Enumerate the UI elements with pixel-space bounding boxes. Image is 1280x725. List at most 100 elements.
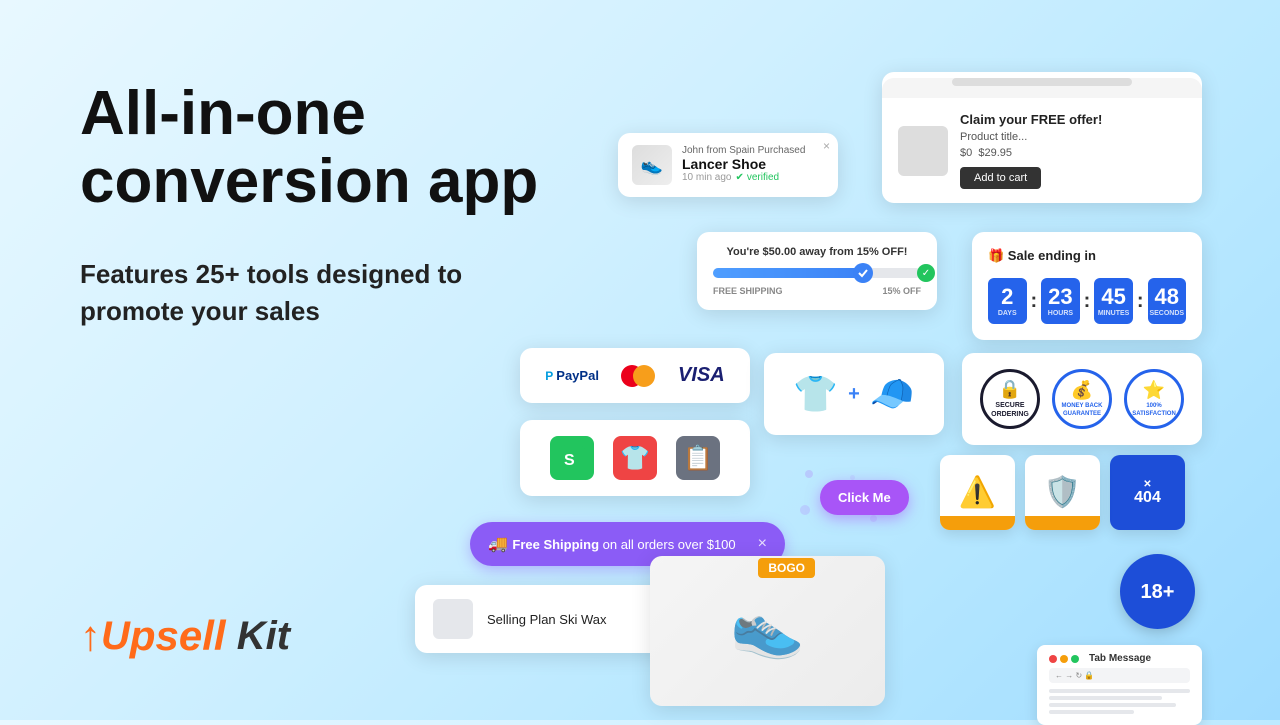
upsell-product-title: Product title...: [960, 131, 1186, 143]
trust-badge-money-icon: 💰: [1071, 380, 1093, 401]
progress-bar-background: ✓: [713, 268, 921, 278]
mini-icon-404: ✕ 404: [1110, 455, 1185, 530]
trust-badge-money-back: 💰 MONEY BACK GUARANTEE: [1052, 369, 1112, 429]
bundle-plus-icon: +: [848, 383, 860, 406]
hero-title-line1: All-in-one: [80, 79, 366, 148]
countdown-days-label: DAYS: [998, 310, 1017, 317]
integration-icon-green: S: [550, 436, 594, 480]
upsell-product-image: [898, 126, 948, 176]
trust-badge-secure-icon: 🔒: [999, 379, 1021, 400]
logo-u: U: [101, 614, 130, 659]
trust-badge-sat-label: 100% SATISFACTION: [1127, 403, 1181, 417]
tab-title: Tab Message: [1089, 653, 1151, 664]
countdown-minutes-value: 45: [1101, 286, 1125, 308]
progress-check-icon: ✓: [917, 264, 935, 282]
tab-close-dot: [1049, 655, 1057, 663]
countdown-days-block: 2 DAYS: [988, 278, 1027, 324]
hero-title-line2: conversion app: [80, 147, 538, 216]
trust-badge-secure-label: SECURE ORDERING: [983, 402, 1037, 419]
bogo-product-image: 👟: [730, 591, 805, 662]
hero-subtitle: Features 25+ tools designed to promote y…: [80, 256, 560, 329]
countdown-separator-1: :: [1031, 290, 1038, 313]
free-shipping-text: 🚚 Free Shipping on all orders over $100: [488, 534, 736, 554]
logo-rest: psell: [130, 612, 226, 660]
notification-image: 👟: [632, 145, 672, 185]
notification-content: John from Spain Purchased Lancer Shoe 10…: [682, 145, 824, 183]
progress-labels: FREE SHIPPING 15% OFF: [713, 286, 921, 296]
upsell-add-to-cart-button[interactable]: Add to cart: [960, 167, 1041, 189]
upsell-info: Claim your FREE offer! Product title... …: [960, 112, 1186, 189]
payment-icons-card: P PayPal VISA: [520, 348, 750, 403]
visa-icon: VISA: [678, 364, 725, 387]
countdown-seconds-value: 48: [1155, 286, 1179, 308]
countdown-seconds-block: 48 SECONDS: [1148, 278, 1187, 324]
countdown-minutes-label: MINUTES: [1098, 310, 1130, 317]
selling-plan-name: Selling Plan Ski Wax: [487, 612, 653, 627]
bundle-card: 👕 + 🧢: [764, 353, 944, 435]
hero-subtitle-line2: promote your sales: [80, 296, 320, 326]
upsell-claim: Claim your FREE offer!: [960, 112, 1186, 127]
integration-icon-gray: 📋: [676, 436, 720, 480]
integration-icon-red: 👕: [613, 436, 657, 480]
upsell-header: [882, 78, 1202, 98]
notification-close-button[interactable]: ×: [823, 139, 830, 153]
hero-title: All-in-one conversion app: [80, 80, 560, 216]
tab-url-bar: ← → ↻ 🔒: [1049, 668, 1190, 683]
tab-minimize-dot: [1060, 655, 1068, 663]
trust-badges-card: 🔒 SECURE ORDERING 💰 MONEY BACK GUARANTEE…: [962, 353, 1202, 445]
notification-time: 10 min ago ✔ verified: [682, 172, 824, 183]
countdown-minutes-block: 45 MINUTES: [1094, 278, 1133, 324]
logo-kit: Kit: [226, 614, 290, 659]
countdown-hours-value: 23: [1048, 286, 1072, 308]
progress-bar-thumb: [853, 263, 873, 283]
notification-verified: ✔ verified: [735, 172, 779, 183]
click-me-button[interactable]: Click Me: [820, 480, 909, 515]
mini-icon-warning: ⚠️: [940, 455, 1015, 530]
logo: ↑ U psell Kit: [80, 612, 290, 660]
trust-badge-money-label: MONEY BACK GUARANTEE: [1055, 403, 1109, 417]
countdown-days-value: 2: [1001, 286, 1013, 308]
free-shipping-close-button[interactable]: ×: [758, 535, 767, 553]
integration-icons-card: S 👕 📋: [520, 420, 750, 496]
progress-text: You're $50.00 away from 15% OFF!: [713, 246, 921, 258]
bogo-badge: BOGO: [758, 558, 815, 578]
hero-section: All-in-one conversion app Features 25+ t…: [80, 80, 560, 329]
selling-plan-image: [433, 599, 473, 639]
upsell-header-bar: [952, 78, 1132, 86]
bundle-item-2: 🧢: [870, 373, 915, 415]
upsell-card: Claim your FREE offer! Product title... …: [882, 72, 1202, 203]
tab-message-lines: [1049, 689, 1190, 714]
paypal-icon: P PayPal: [545, 368, 599, 383]
tab-message-card: Tab Message ← → ↻ 🔒: [1037, 645, 1202, 725]
countdown-separator-2: :: [1084, 290, 1091, 313]
countdown-blocks: 2 DAYS : 23 HOURS : 45 MINUTES : 48 SECO…: [988, 278, 1186, 324]
countdown-title: 🎁 Sale ending in: [988, 248, 1186, 264]
tab-window-controls: [1049, 655, 1079, 663]
mastercard-icon: [621, 365, 655, 387]
age-verification-badge: 18+: [1120, 554, 1195, 629]
notification-from: John from Spain Purchased: [682, 145, 824, 156]
progress-bar-card: You're $50.00 away from 15% OFF! ✓ FREE …: [697, 232, 937, 310]
trust-badge-sat-icon: ⭐: [1143, 380, 1165, 401]
countdown-separator-3: :: [1137, 290, 1144, 313]
logo-icon: ↑: [80, 612, 101, 660]
countdown-card: 🎁 Sale ending in 2 DAYS : 23 HOURS : 45 …: [972, 232, 1202, 340]
tab-maximize-dot: [1071, 655, 1079, 663]
trust-badge-secure: 🔒 SECURE ORDERING: [980, 369, 1040, 429]
upsell-prices: $0 $29.95: [960, 147, 1186, 159]
age-verification-number: 18+: [1141, 582, 1175, 602]
svg-text:S: S: [564, 452, 575, 469]
countdown-hours-label: HOURS: [1048, 310, 1073, 317]
notification-card: 👟 John from Spain Purchased Lancer Shoe …: [618, 133, 838, 197]
mini-icon-shield: 🛡️: [1025, 455, 1100, 530]
upsell-body: Claim your FREE offer! Product title... …: [882, 98, 1202, 203]
countdown-hours-block: 23 HOURS: [1041, 278, 1080, 324]
hero-subtitle-line1: Features 25+ tools designed to: [80, 259, 462, 289]
bogo-card: 👟: [650, 556, 885, 706]
countdown-seconds-label: SECONDS: [1149, 310, 1184, 317]
trust-badge-satisfaction: ⭐ 100% SATISFACTION: [1124, 369, 1184, 429]
progress-bar-fill: [713, 268, 863, 278]
bundle-item-1: 👕: [793, 373, 838, 415]
notification-product: Lancer Shoe: [682, 156, 824, 172]
mini-icons-row: ⚠️ 🛡️ ✕ 404: [940, 455, 1185, 530]
